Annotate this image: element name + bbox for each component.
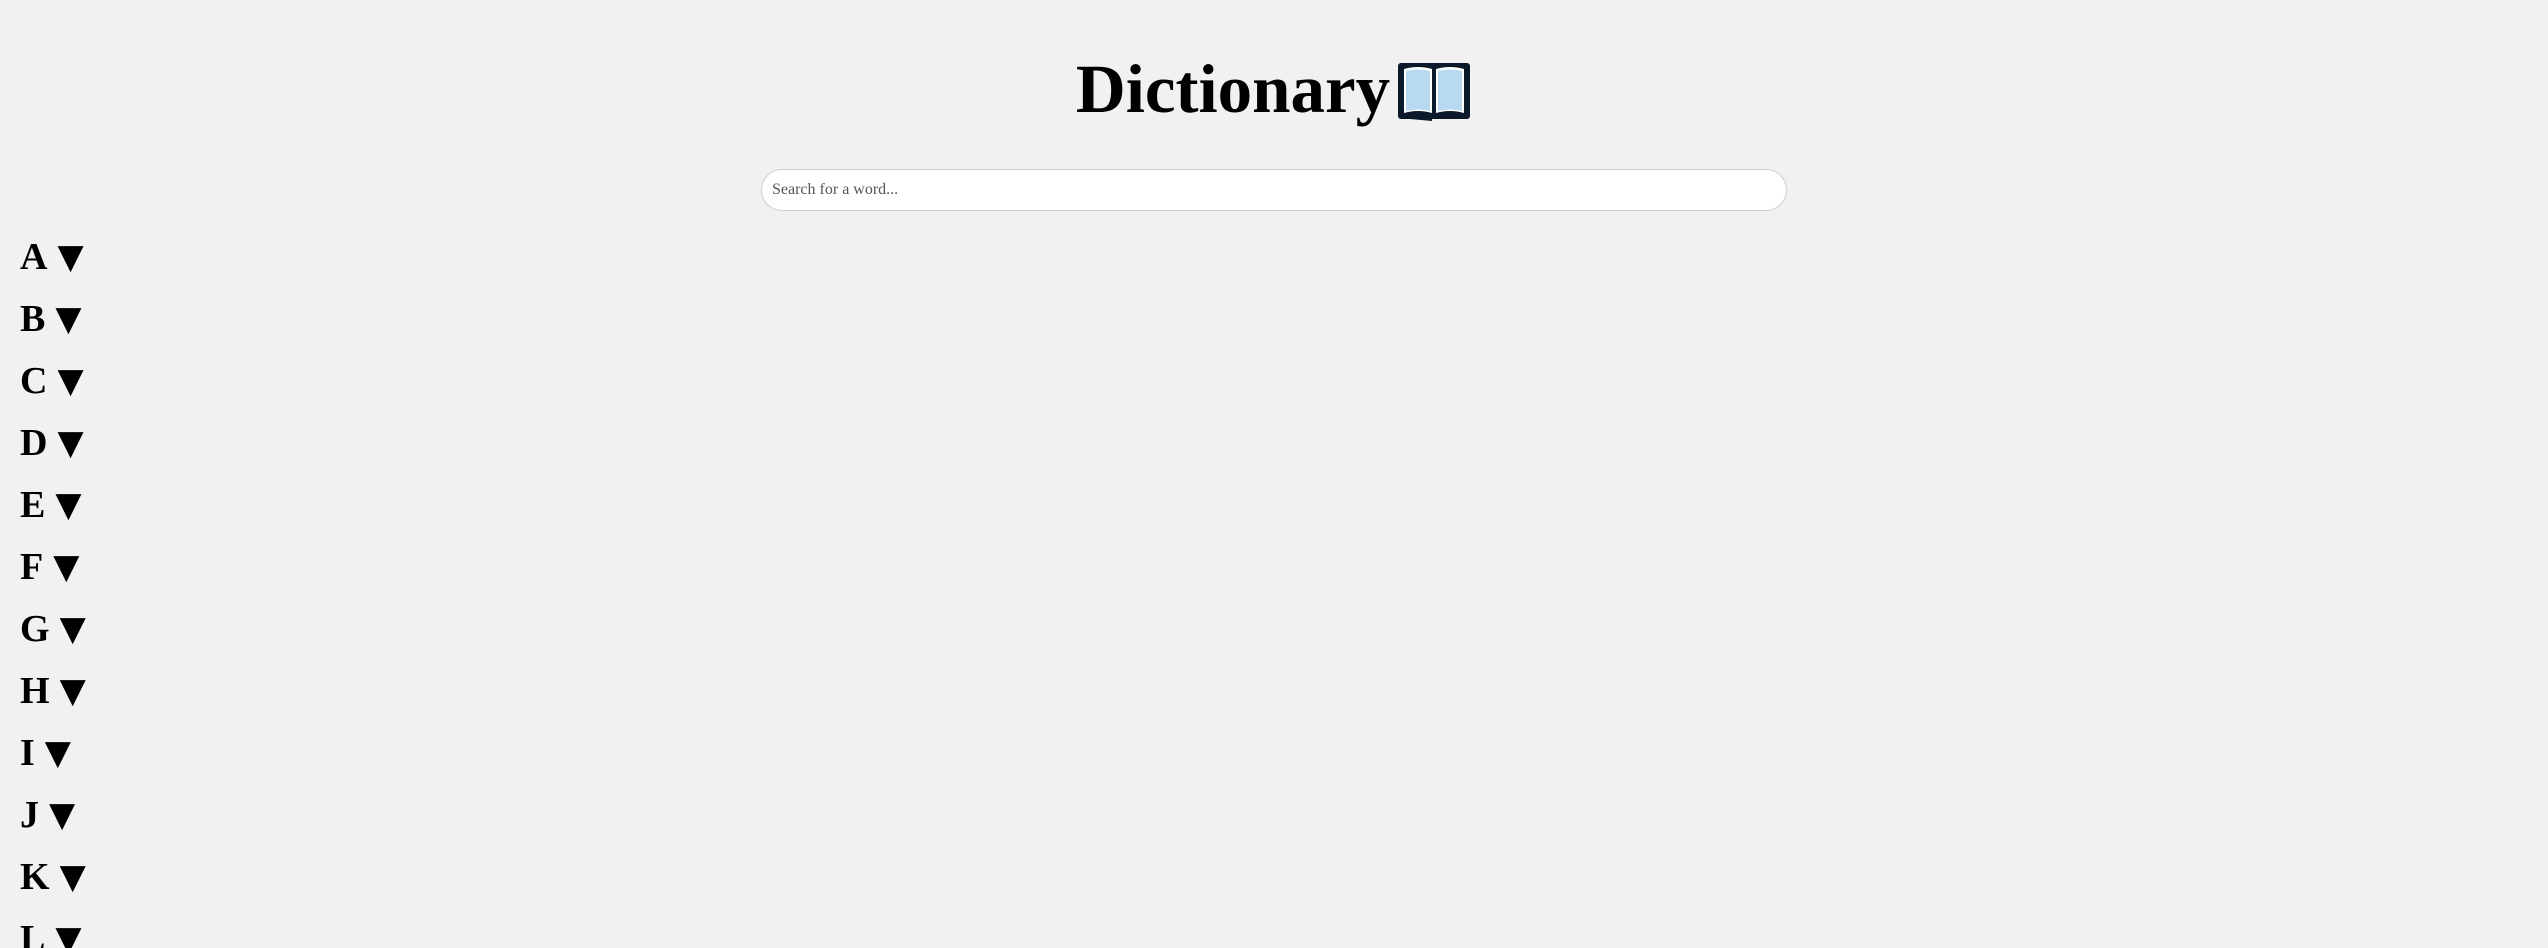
dictionary-page: Dictionary A ▼ B ▼ C [0,0,2548,948]
letter-toggle-k[interactable]: K ▼ [20,846,86,908]
letter-label: H [20,670,50,712]
letter-toggle-e[interactable]: E ▼ [20,474,86,536]
page-title-container: Dictionary [1076,46,1472,132]
letter-label: B [20,298,46,340]
triangle-down-icon: ▼ [57,237,84,277]
header: Dictionary [0,46,2548,132]
letter-label: D [20,422,48,464]
letter-list: A ▼ B ▼ C ▼ D ▼ E ▼ F ▼ G ▼ H ▼ I ▼ J ▼ … [20,226,86,948]
triangle-down-icon: ▼ [57,423,84,463]
triangle-down-icon: ▼ [55,485,82,525]
letter-toggle-h[interactable]: H ▼ [20,660,86,722]
letter-toggle-f[interactable]: F ▼ [20,536,86,598]
letter-toggle-d[interactable]: D ▼ [20,412,86,474]
letter-label: L [20,918,46,948]
triangle-down-icon: ▼ [53,547,80,587]
letter-label: I [20,732,35,774]
letter-toggle-l[interactable]: L ▼ [20,908,86,948]
letter-label: A [20,236,48,278]
triangle-down-icon: ▼ [57,361,84,401]
letter-toggle-g[interactable]: G ▼ [20,598,86,660]
letter-label: C [20,360,48,402]
triangle-down-icon: ▼ [55,299,82,339]
triangle-down-icon: ▼ [59,857,86,897]
triangle-down-icon: ▼ [55,919,82,948]
letter-label: K [20,856,50,898]
letter-toggle-i[interactable]: I ▼ [20,722,86,784]
letter-label: E [20,484,46,526]
triangle-down-icon: ▼ [44,733,71,773]
open-book-icon [1396,57,1472,121]
triangle-down-icon: ▼ [59,609,86,649]
triangle-down-icon: ▼ [49,795,76,835]
letter-label: G [20,608,50,650]
search-input[interactable] [761,169,1787,211]
page-title: Dictionary [1075,51,1391,127]
letter-toggle-c[interactable]: C ▼ [20,350,86,412]
letter-toggle-b[interactable]: B ▼ [20,288,86,350]
letter-toggle-a[interactable]: A ▼ [20,226,86,288]
letter-toggle-j[interactable]: J ▼ [20,784,86,846]
letter-label: J [20,794,39,836]
letter-label: F [20,546,44,588]
triangle-down-icon: ▼ [59,671,86,711]
